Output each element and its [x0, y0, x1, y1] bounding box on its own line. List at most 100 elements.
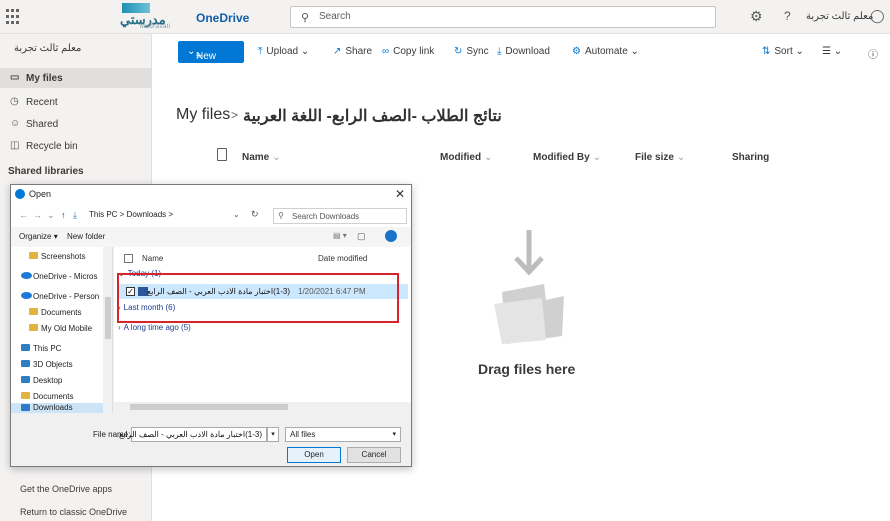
search-icon: ⚲ [278, 211, 284, 220]
open-button[interactable]: Open [287, 447, 341, 463]
column-header-date-modified[interactable]: Date modified [318, 254, 367, 263]
cancel-button[interactable]: Cancel [347, 447, 401, 463]
group-long-time-ago[interactable]: › A long time ago (5) [118, 323, 191, 332]
sidebar-item-recycle-bin[interactable]: ◫ Recycle bin [0, 136, 152, 156]
refresh-icon[interactable]: ↻ [251, 209, 259, 220]
tree-item-downloads[interactable]: Downloads [11, 403, 103, 413]
tree-item-desktop[interactable]: Desktop [11, 373, 103, 389]
file-type-select[interactable]: All files ▾ [285, 427, 401, 442]
breadcrumb-current-folder: نتائج الطلاب -الصف الرابع- اللغة العربية [243, 108, 502, 125]
sidebar-item-my-files[interactable]: ▭ My files [0, 68, 152, 88]
user-name[interactable]: معلم ثالث تجربة [806, 11, 873, 22]
madrasati-logo: مدرستي Madrasati [104, 3, 176, 31]
drag-files-text: Drag files here [478, 361, 576, 377]
sidebar-item-recent[interactable]: ◷ Recent [0, 92, 152, 112]
sync-button[interactable]: ↻ Sync [454, 46, 489, 57]
breadcrumb-root[interactable]: My files [176, 106, 230, 124]
view-mode-icon[interactable]: ▤ ▾ [333, 231, 347, 240]
download-button[interactable]: ⤓ Download [497, 46, 550, 57]
column-sharing[interactable]: Sharing [732, 152, 769, 163]
automate-icon: ⚙ [572, 46, 581, 57]
tree-item-onedrive-personal[interactable]: OneDrive - Person [11, 289, 103, 305]
search-box[interactable]: ⚲ Search [290, 6, 716, 28]
app-name[interactable]: OneDrive [196, 11, 249, 25]
preview-pane-icon[interactable]: ▢ [357, 231, 366, 242]
forward-icon[interactable]: → [33, 210, 42, 220]
app-launcher-icon[interactable] [6, 9, 22, 25]
new-button[interactable]: + New ⌄ [178, 41, 244, 63]
help-icon[interactable]: ? [784, 9, 791, 23]
dialog-toolbar: Organize ▾ New folder ▤ ▾ ▢ [11, 227, 411, 247]
highlight-annotation [117, 273, 399, 323]
trash-icon: ◫ [10, 140, 20, 151]
search-placeholder: Search [319, 11, 351, 22]
tree-item-onedrive-microsoft[interactable]: OneDrive - Micros [11, 269, 103, 285]
tree-item-my-old-mobile[interactable]: My Old Mobile [11, 321, 103, 337]
shared-libraries-heading: Shared libraries [8, 166, 84, 177]
people-icon: ☺ [10, 118, 21, 129]
dialog-file-list: Name Date modified ⌄ Today (1) ✓ (1-3)اخت… [114, 247, 411, 412]
recent-chevron-icon[interactable]: ⌄ [47, 210, 55, 221]
column-modified[interactable]: Modified ⌄ [440, 152, 493, 163]
horizontal-scrollbar[interactable] [114, 402, 411, 412]
gear-icon[interactable]: ⚙ [750, 8, 763, 25]
tree-item-documents[interactable]: Documents [11, 305, 103, 321]
dialog-title-bar[interactable]: Open ✕ [11, 185, 411, 205]
file-name-input[interactable]: (1-3)اختبار مادة الادب العربي - الصف الر… [119, 427, 267, 442]
document-icon [21, 392, 30, 399]
organize-button[interactable]: Organize ▾ [19, 232, 58, 241]
dialog-title: Open [29, 189, 52, 199]
folder-icon [29, 252, 38, 259]
dialog-navigation-pane: Screenshots OneDrive - Micros OneDrive -… [11, 247, 113, 413]
cloud-icon [21, 292, 32, 299]
dialog-address-path[interactable]: This PC > Downloads > [89, 210, 173, 219]
column-modified-by[interactable]: Modified By ⌄ [533, 152, 601, 163]
sync-icon: ↻ [454, 46, 463, 57]
sidebar-item-shared[interactable]: ☺ Shared [0, 114, 152, 134]
column-name[interactable]: Name ⌄ [242, 152, 281, 163]
file-type-icon [217, 148, 227, 161]
copy-link-button[interactable]: ∞ Copy link [382, 46, 434, 57]
person-icon[interactable]: ◯ [870, 8, 885, 24]
chevron-down-icon[interactable]: ⌄ [233, 210, 240, 219]
open-file-dialog: Open ✕ ← → ⌄ ↑ ⤓ This PC > Downloads > ⌄… [10, 184, 412, 467]
column-header-name[interactable]: Name [142, 254, 163, 263]
select-all-checkbox[interactable] [124, 254, 133, 263]
download-icon: ⤓ [497, 46, 502, 57]
upload-icon: ⤒ [258, 46, 263, 57]
back-icon[interactable]: ← [19, 210, 28, 220]
help-icon[interactable] [385, 230, 397, 242]
clock-icon: ◷ [10, 96, 19, 107]
cloud-icon [21, 272, 32, 279]
dialog-search-input[interactable]: ⚲ Search Downloads [273, 208, 407, 224]
up-icon[interactable]: ↑ [61, 210, 66, 220]
automate-button[interactable]: ⚙ Automate ⌄ [572, 46, 639, 57]
scrollbar-thumb[interactable] [130, 404, 288, 410]
top-bar: مدرستي Madrasati OneDrive ⚲ Search ⚙ ? م… [0, 0, 890, 34]
chevron-down-icon[interactable]: ▾ [267, 427, 279, 442]
return-classic-link[interactable]: Return to classic OneDrive [20, 507, 127, 517]
view-options-button[interactable]: ☰ ⌄ [822, 46, 842, 57]
downloads-location-icon: ⤓ [73, 210, 77, 220]
search-icon: ⚲ [301, 12, 310, 24]
info-icon[interactable]: ⓘ [868, 46, 878, 61]
get-apps-link[interactable]: Get the OneDrive apps [20, 484, 112, 494]
tree-item-this-pc[interactable]: This PC [11, 341, 103, 357]
share-icon: ↗ [333, 46, 342, 57]
close-icon[interactable]: ✕ [395, 187, 405, 201]
dialog-nav-bar: ← → ⌄ ↑ ⤓ This PC > Downloads > ⌄ ↻ ⚲ Se… [11, 205, 411, 227]
sort-button[interactable]: ⇅ Sort ⌄ [762, 46, 804, 57]
tree-item-screenshots[interactable]: Screenshots [11, 249, 103, 265]
sidebar-user-name: معلم ثالث تجربة [14, 43, 82, 54]
chevron-down-icon: ▾ [392, 431, 396, 438]
chevron-right-icon: › [118, 323, 121, 332]
tree-item-3d-objects[interactable]: 3D Objects [11, 357, 103, 373]
column-file-size[interactable]: File size ⌄ [635, 152, 685, 163]
breadcrumb-separator: > [231, 108, 239, 122]
download-icon [21, 404, 30, 411]
sort-icon: ⇅ [762, 46, 771, 57]
share-button[interactable]: ↗ Share [333, 46, 372, 57]
new-folder-button[interactable]: New folder [67, 232, 105, 241]
upload-button[interactable]: ⤒ Upload ⌄ [258, 46, 309, 57]
scrollbar-thumb[interactable] [105, 297, 111, 339]
